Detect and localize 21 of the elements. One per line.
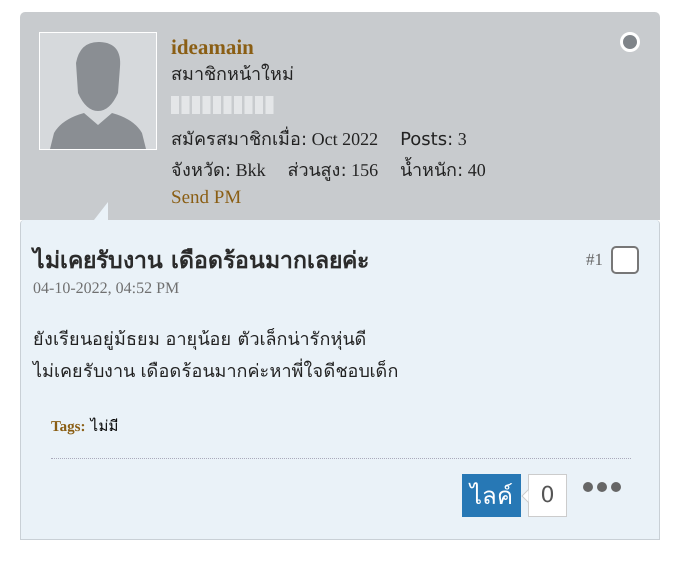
member-rank: สมาชิกหน้าใหม่ [171, 62, 295, 87]
post-date: 04-10-2022, 04:52 PM [33, 280, 180, 298]
like-count: 0 [528, 474, 567, 517]
reputation-bar-icon [171, 96, 274, 114]
profile-stat: จังหวัด: Bkk [171, 159, 266, 183]
count-pointer [521, 488, 529, 502]
post-title: ไม่เคยรับงาน เดือดร้อนมากเลยค่ะ [33, 246, 370, 276]
profile-stat: น้ำหนัก: 40 [400, 155, 486, 186]
post-text-line: ยังเรียนอยู่ม้ธยม อายุน้อย ตัวเล็กน่ารักหุ่นดี [33, 327, 368, 352]
profile-stat: ส่วนสูง: 156 [288, 159, 378, 183]
tags-text: Tags: ไม่มี [51, 416, 120, 437]
select-checkbox[interactable] [611, 246, 639, 274]
profile-stat: Posts: 3 [400, 128, 467, 152]
send-pm-link[interactable]: Send PM [171, 186, 486, 210]
avatar-silhouette-icon [39, 32, 157, 150]
like-button[interactable]: ไลค์ [462, 474, 521, 517]
post-text-line: ไม่เคยรับงาน เดือดร้อนมากค่ะหาพี่ใจดีชอบเด็ก [33, 356, 639, 388]
post-number-link[interactable]: #1 [586, 250, 603, 270]
username-link[interactable]: ideamain [171, 34, 486, 60]
more-options-icon[interactable] [583, 482, 621, 492]
profile-stat: สมัครสมาชิกเมื่อ: Oct 2022 [171, 124, 378, 155]
